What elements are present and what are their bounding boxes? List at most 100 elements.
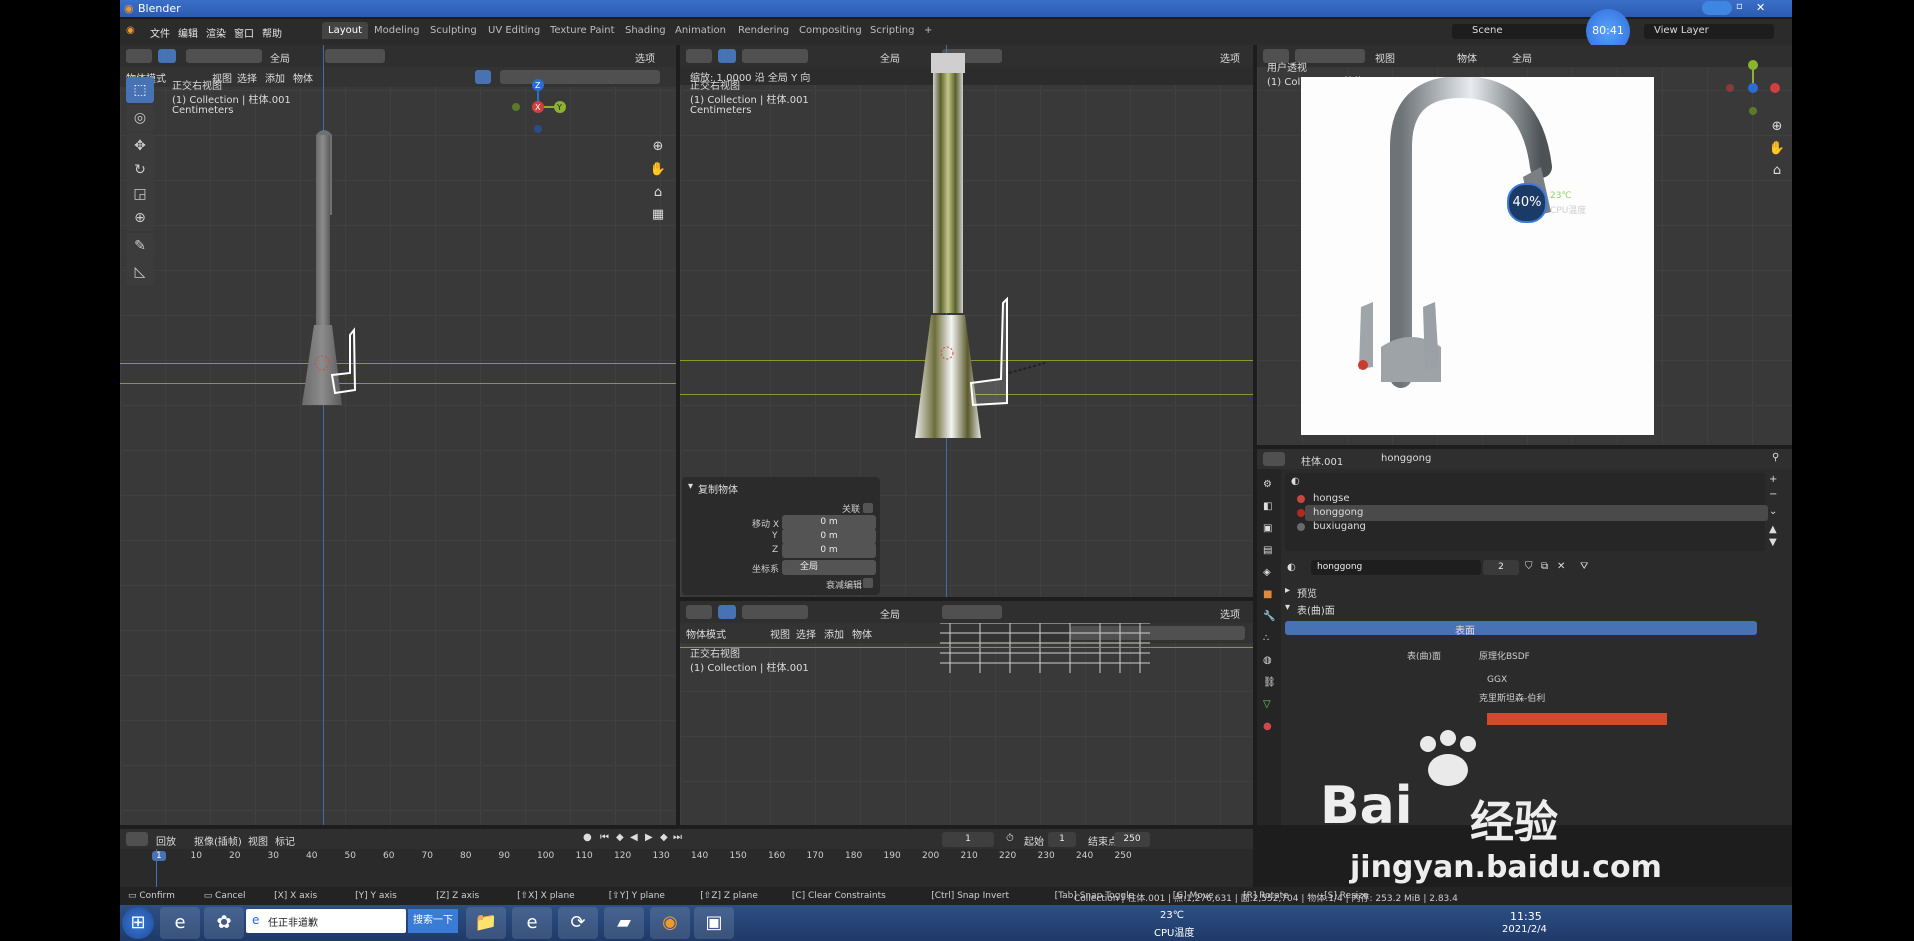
link-dropdown-icon[interactable]: ⛛ [1580,561,1588,572]
timeline-track[interactable]: 1 10 20 30 40 50 60 70 80 90 100 110 120 130 140 150 160… [120,849,1253,887]
render-tab-icon[interactable]: ◧ [1263,501,1272,512]
play-button[interactable]: ▶ [645,832,653,843]
move-z-field[interactable]: 0 m [782,543,876,558]
material-slot-item-active[interactable]: honggong [1297,505,1768,521]
play-reverse-button[interactable]: ◀ [630,832,638,843]
options-dropdown[interactable]: 选项 [635,50,655,65]
pan-hand-icon[interactable]: ✋ [1767,139,1787,159]
modifier-tab-icon[interactable]: 🔧 [1263,611,1275,622]
move-y-field[interactable]: 0 m [782,529,876,544]
select-mode-buttons[interactable] [742,49,808,63]
menu-add[interactable]: 添加 [265,70,285,85]
faucet-side-model[interactable] [280,125,380,425]
pivot-snapping-buttons[interactable] [942,605,1002,619]
close-button[interactable]: ✕ [1756,1,1784,15]
select-tool-button[interactable] [718,49,736,63]
transform-orientation-dropdown[interactable]: 全局 [270,50,290,65]
ie-icon[interactable]: e [160,907,200,939]
faucet-front-model[interactable] [905,53,1065,493]
scene-tab-icon[interactable]: ◈ [1263,567,1271,578]
editor-type-button[interactable] [126,49,152,63]
next-keyframe-button[interactable]: ◆ [660,832,668,843]
start-frame-field[interactable]: 1 [1048,832,1076,847]
zoom-icon[interactable]: ⊕ [1767,117,1787,137]
menu-select[interactable]: 选择 [237,70,257,85]
particles-tab-icon[interactable]: ∴ [1263,633,1269,644]
tab-uv-editing[interactable]: UV Editing [484,25,544,36]
prev-keyframe-button[interactable]: ◆ [616,832,624,843]
linked-checkbox[interactable] [863,503,873,513]
menu-window[interactable]: 窗口 [234,25,254,40]
middle-3d-viewport[interactable]: 全局 选项 缩放: 1.0000 沿 全局 Y 向 正交右视图 (1) Coll… [680,45,1253,597]
blender-menu-icon[interactable]: ◉ [126,25,135,36]
minimize-button[interactable] [1702,1,1732,15]
search-button[interactable]: 搜索一下 [408,909,458,933]
timeline-view-menu[interactable]: 视图 [248,833,268,848]
menu-view[interactable]: 视图 [770,626,790,641]
marker-menu[interactable]: 标记 [275,833,295,848]
browse-material-icon[interactable]: ◐ [1287,562,1296,573]
menu-edit[interactable]: 编辑 [178,25,198,40]
editor-type-button[interactable] [126,832,148,846]
surface-shader-selector[interactable]: 表面 [1285,621,1757,637]
playhead[interactable] [156,849,157,887]
tool-tab-icon[interactable]: ⚙ [1263,479,1272,490]
data-tab-icon[interactable]: ▽ [1263,699,1271,710]
tab-scripting[interactable]: Scripting [866,25,918,36]
select-box-tool[interactable]: ⬚ [126,77,154,103]
users-count[interactable]: 2 [1483,560,1519,575]
move-tool[interactable]: ✥ [126,133,154,159]
left-3d-viewport[interactable]: 全局 选项 物体模式 视图 选择 添加 物体 正交右视图 (1) Collect… [120,45,676,825]
rotate-tool[interactable]: ↻ [126,157,154,183]
pin-icon[interactable]: ⚲ [1772,452,1779,463]
camera-icon[interactable]: ⌂ [1767,161,1787,181]
menu-file[interactable]: 文件 [150,25,170,40]
cursor-tool[interactable]: ◎ [126,105,154,131]
material-name-field[interactable]: honggong [1311,560,1481,575]
right-3d-viewport[interactable]: 视图 物体 全局 用户透视 (1) Collection | 柱体.001 [1257,45,1792,445]
menu-object[interactable]: 物体 [1457,50,1477,65]
options-dropdown[interactable]: 选项 [1220,606,1240,621]
mode-dropdown[interactable]: 物体模式 [686,626,726,641]
prop-edit-checkbox[interactable] [863,578,873,588]
zoom-icon[interactable]: ⊕ [648,137,668,157]
menu-object[interactable]: 物体 [293,70,313,85]
add-slot-button[interactable]: + [1769,474,1777,485]
axis-gizmo[interactable]: Z Y X [506,75,576,135]
menu-select[interactable]: 选择 [796,626,816,641]
tab-modeling[interactable]: Modeling [370,25,424,36]
bottom-3d-viewport[interactable]: 全局 选项 物体模式 视图 选择 添加 物体 正交右视图 (1) Collect… [680,601,1253,825]
stopwatch-icon[interactable]: ⏱ [1006,833,1014,844]
measure-tool[interactable]: ◺ [126,259,154,285]
playback-menu[interactable]: 回放 [156,833,176,848]
move-slot-down-icon[interactable]: ▼ [1769,537,1777,548]
tab-layout[interactable]: Layout [322,22,368,39]
menu-view[interactable]: 视图 [1375,50,1395,65]
camera-icon[interactable]: ⌂ [648,183,668,203]
panel-collapse-icon[interactable]: ▾ [688,481,693,492]
menu-object[interactable]: 物体 [852,626,872,641]
explorer-icon[interactable]: 📁 [466,907,506,939]
transform-orientation-dropdown[interactable]: 全局 [1512,50,1532,65]
current-frame-field[interactable]: 1 [942,832,994,847]
axis-gizmo[interactable] [1720,55,1786,121]
material-tab-icon[interactable]: ● [1263,721,1272,732]
select-mode-buttons[interactable] [186,49,262,63]
add-workspace-button[interactable]: + [920,25,936,36]
app-3-icon[interactable]: ▣ [694,907,734,939]
output-tab-icon[interactable]: ▣ [1263,523,1272,534]
menu-add[interactable]: 添加 [824,626,844,641]
editor-type-button[interactable] [686,605,712,619]
orient-dropdown[interactable]: 全局 [782,560,876,575]
gizmo-toggle-icon[interactable] [475,70,491,84]
move-x-field[interactable]: 0 m [782,515,876,530]
transform-orientation-dropdown[interactable]: 全局 [880,606,900,621]
blender-taskbar-icon[interactable]: ◉ [650,907,690,939]
pan-hand-icon[interactable]: ✋ [648,160,668,180]
view-layer-tab-icon[interactable]: ▤ [1263,545,1272,556]
duplicate-material-icon[interactable]: ⧉ [1541,561,1548,572]
object-tab-icon[interactable]: ■ [1263,589,1272,600]
select-tool-button[interactable] [718,605,736,619]
editor-type-button[interactable] [686,49,712,63]
constraints-tab-icon[interactable]: ⛓ [1263,677,1276,688]
